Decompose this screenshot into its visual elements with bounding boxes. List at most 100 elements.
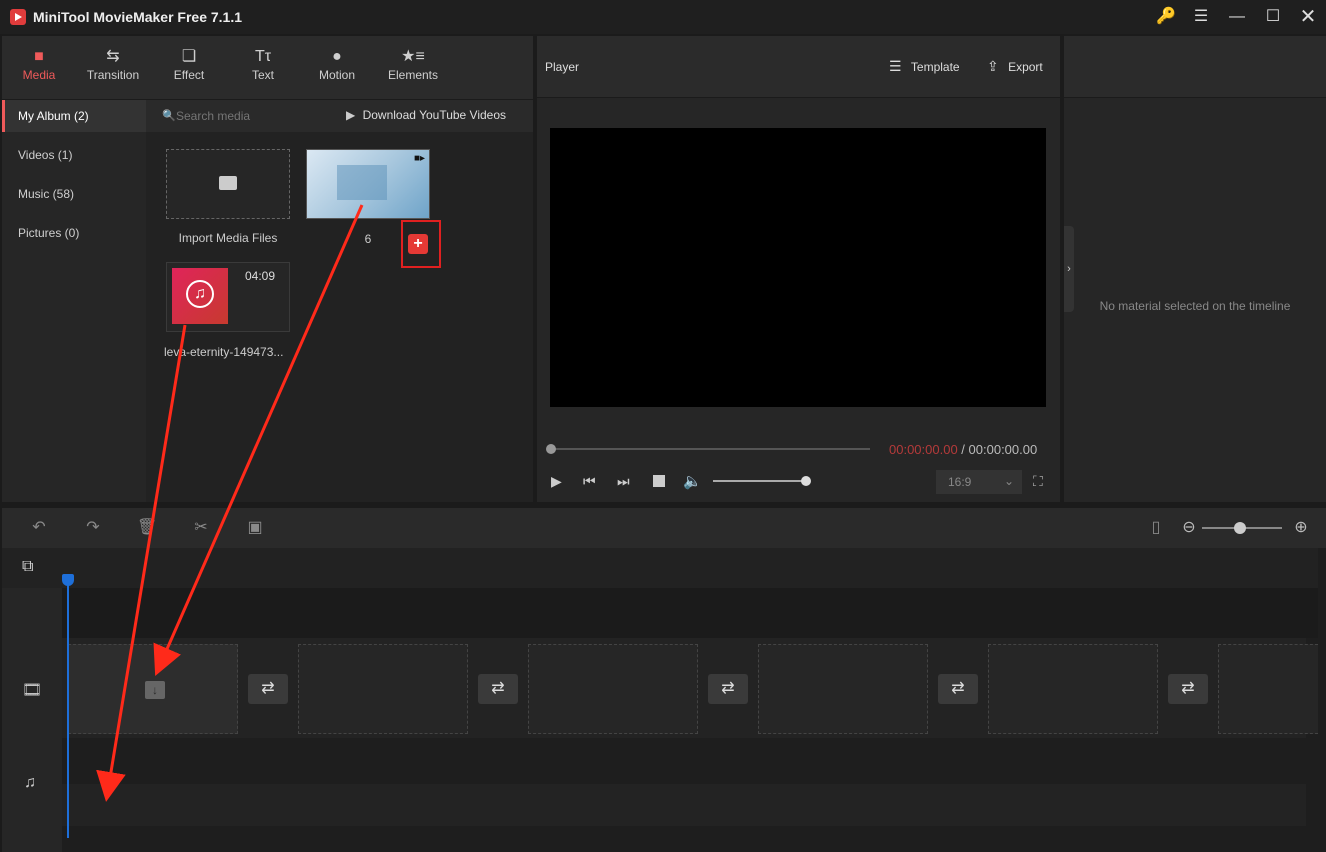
folder-icon: ■ [34,48,44,65]
stop-icon[interactable] [653,475,665,487]
clip-slot[interactable] [988,644,1158,734]
video-thumbnail[interactable]: ■▸ [306,149,430,219]
export-label: Export [1008,60,1043,74]
aspect-ratio-value: 16:9 [948,475,972,489]
swap-icon: ⇆ [106,48,120,65]
aspect-ratio-select[interactable]: 16:9 ⌄ [936,470,1022,494]
audio-track-icon: ♫ [24,774,36,791]
app-title: MiniTool MovieMaker Free 7.1.1 [33,9,243,25]
add-track-icon[interactable]: ⧉ [22,558,33,576]
tab-text[interactable]: Tτ Text [228,46,298,82]
search-icon: 🔍 [162,110,176,122]
overlay-track [62,588,1318,638]
timeline-zoom-slider[interactable] [1202,522,1282,534]
menu-icon[interactable]: ☰ [1190,6,1212,28]
zoom-handle[interactable] [1234,522,1246,534]
download-label: Download YouTube Videos [362,108,507,122]
tab-label: Transition [86,68,140,82]
music-thumbnail: ♫ [172,268,228,324]
music-tile[interactable]: ♫ 04:09 [166,262,290,332]
volume-slider[interactable] [713,476,811,486]
upload-icon: ⇪ [987,58,999,74]
crop-icon[interactable]: ▣ [245,518,265,538]
tab-label: Motion [318,68,356,82]
clip-slot[interactable] [758,644,928,734]
clip-slot[interactable] [1218,644,1318,734]
zoom-in-icon[interactable]: ⊕ [1291,518,1311,538]
close-icon[interactable]: ✕ [1297,6,1319,28]
seek-bar[interactable] [546,444,870,454]
chevron-down-icon: ⌄ [1003,474,1014,488]
import-media-button[interactable] [166,149,290,219]
nav-videos[interactable]: Videos (1) [2,139,146,171]
layers-icon: ☰ [889,58,902,74]
swap-icon: ⇄ [1181,680,1195,697]
undo-icon[interactable]: ↶ [29,518,49,538]
tab-effect[interactable]: ❏ Effect [154,46,224,82]
player-panel: Player ☰ Template ⇪ Export 00:00:00.00 /… [537,36,1060,502]
export-button[interactable]: ⇪ Export [987,58,1043,75]
search-input[interactable] [176,106,336,126]
seek-handle[interactable] [546,444,556,454]
transition-slot[interactable]: ⇄ [938,674,978,704]
clip-slot[interactable] [528,644,698,734]
app-logo-icon [10,9,26,25]
next-frame-icon[interactable]: ⏭ [617,473,630,490]
drop-here-icon: ↓ [145,681,165,699]
swap-icon: ⇄ [721,680,735,697]
music-duration: 04:09 [244,269,275,283]
transition-slot[interactable]: ⇄ [1168,674,1208,704]
timeline-toolbar: ↶ ↷ 🗑 ✂ ▣ ▯ ⊖ ⊕ [2,508,1326,548]
motion-icon: ● [332,48,342,65]
video-preview [550,128,1046,407]
tab-media[interactable]: ■ Media [4,46,74,82]
video-track-icon: 🎞 [22,682,43,699]
swap-icon: ⇄ [261,680,275,697]
media-panel: ■ Media ⇆ Transition ❏ Effect Tτ Text ● … [2,36,533,502]
volume-handle[interactable] [801,476,811,486]
minimize-icon[interactable]: — [1226,6,1248,28]
properties-header [1064,36,1326,98]
youtube-icon: ▶ [346,108,356,122]
tab-label: Text [251,68,274,82]
maximize-icon[interactable]: ☐ [1262,6,1284,28]
play-icon[interactable]: ▶ [551,473,562,490]
clip-slot[interactable] [298,644,468,734]
swap-icon: ⇄ [491,680,505,697]
delete-icon[interactable]: 🗑 [137,518,157,538]
fit-timeline-icon[interactable]: ▯ [1146,518,1166,538]
tab-transition[interactable]: ⇆ Transition [78,46,148,82]
zoom-out-icon[interactable]: ⊖ [1179,518,1199,538]
transition-slot[interactable]: ⇄ [478,674,518,704]
template-button[interactable]: ☰ Template [889,58,960,75]
volume-icon[interactable]: 🔈 [683,472,702,490]
swap-icon: ⇄ [951,680,965,697]
redo-icon[interactable]: ↷ [83,518,103,538]
key-icon[interactable]: 🔑 [1155,6,1177,28]
tab-elements[interactable]: ★≡ Elements [378,46,448,82]
clip-slot-drop-target[interactable]: ↓ [68,644,238,734]
properties-panel: › No material selected on the timeline [1064,36,1326,502]
download-youtube-button[interactable]: ▶ Download YouTube Videos [346,108,506,122]
nav-music[interactable]: Music (58) [2,178,146,210]
tab-motion[interactable]: ● Motion [302,46,372,82]
music-name: leva-eternity-149473... [164,345,284,359]
current-time: 00:00:00.00 [889,442,958,457]
tab-label: Effect [173,68,205,82]
nav-pictures[interactable]: Pictures (0) [2,217,146,249]
previous-frame-icon[interactable]: ⏮ [583,473,596,490]
time-ruler: ⧉ [2,548,1318,588]
tab-label: Elements [387,68,439,82]
time-display: 00:00:00.00 / 00:00:00.00 [889,442,1037,457]
track-header-column: 🎞 ♫ [2,588,62,852]
transition-slot[interactable]: ⇄ [708,674,748,704]
audio-track [62,784,1306,826]
scissors-icon[interactable]: ✂ [191,518,211,538]
nav-my-album[interactable]: My Album (2) [2,100,146,132]
transition-slot[interactable]: ⇄ [248,674,288,704]
playhead-line[interactable] [67,584,69,838]
main-toolbar: ■ Media ⇆ Transition ❏ Effect Tτ Text ● … [2,36,533,100]
timeline-panel: ↶ ↷ 🗑 ✂ ▣ ▯ ⊖ ⊕ ⧉ 🎞 ♫ ↓ ⇄ ⇄ ⇄ ⇄ ⇄ [2,508,1326,852]
fullscreen-icon[interactable]: ⛶ [1033,473,1043,490]
player-header: Player ☰ Template ⇪ Export [537,36,1060,98]
